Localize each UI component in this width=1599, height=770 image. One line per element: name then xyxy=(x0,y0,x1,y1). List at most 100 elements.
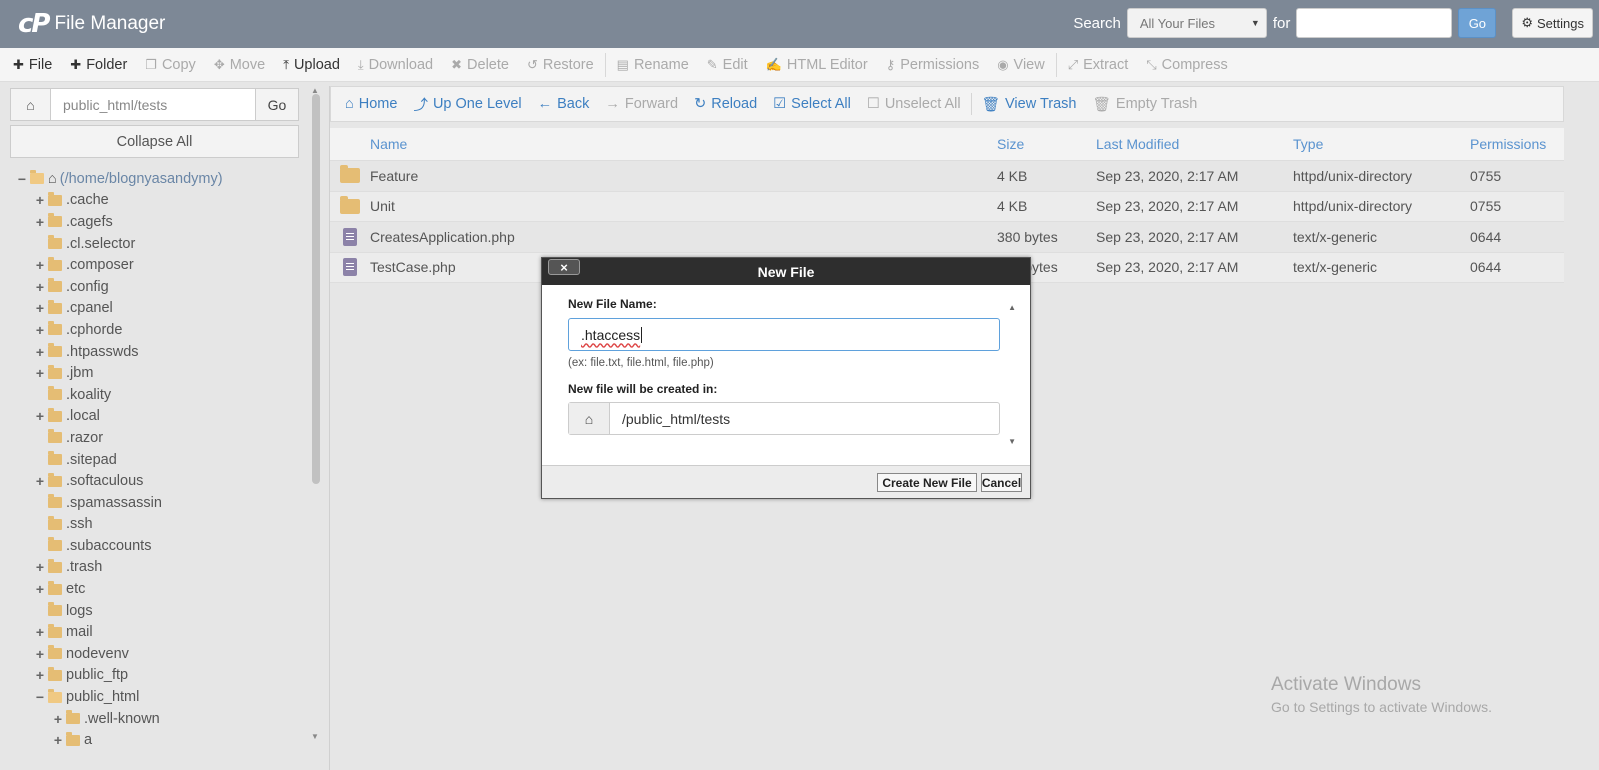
settings-button[interactable]: ⚙ Settings xyxy=(1512,8,1593,38)
tree-item[interactable]: + public_ftp xyxy=(14,665,314,687)
home-icon[interactable]: ⌂ xyxy=(11,89,51,120)
create-new-file-button[interactable]: Create New File xyxy=(877,473,977,492)
collapse-all-button[interactable]: Collapse All xyxy=(10,125,299,158)
expand-icon[interactable]: + xyxy=(34,473,46,489)
expand-icon[interactable]: + xyxy=(52,711,64,727)
tree-item[interactable]: .ssh xyxy=(14,514,314,536)
tree-item[interactable]: + .local xyxy=(14,406,314,428)
restore-button[interactable]: ↺ Restore xyxy=(518,48,603,82)
tree-item[interactable]: + etc xyxy=(14,578,314,600)
compress-button[interactable]: ⤡ Compress xyxy=(1137,48,1236,82)
column-header-modified[interactable]: Last Modified xyxy=(1096,136,1293,152)
expand-icon[interactable]: + xyxy=(34,559,46,575)
sidebar-scrollbar[interactable] xyxy=(312,94,320,484)
expand-icon[interactable]: + xyxy=(34,279,46,295)
column-header-name[interactable]: Name xyxy=(370,136,997,152)
tree-item[interactable]: + .cphorde xyxy=(14,319,314,341)
tree-item[interactable]: logs xyxy=(14,600,314,622)
expand-icon[interactable]: + xyxy=(34,624,46,640)
column-header-size[interactable]: Size xyxy=(997,136,1096,152)
table-row[interactable]: Feature 4 KB Sep 23, 2020, 2:17 AM httpd… xyxy=(330,161,1564,192)
select-all-button[interactable]: ☑ Select All xyxy=(765,96,859,112)
tree-item[interactable]: .razor xyxy=(14,427,314,449)
cpanel-logo[interactable]: cP File Manager xyxy=(18,9,165,39)
tree-item[interactable]: .spamassassin xyxy=(14,492,314,514)
tree-item[interactable]: + .cpanel xyxy=(14,298,314,320)
table-row[interactable]: Unit 4 KB Sep 23, 2020, 2:17 AM httpd/un… xyxy=(330,191,1564,222)
tree-item[interactable]: .cl.selector xyxy=(14,233,314,255)
new-folder-button[interactable]: ✚ Folder xyxy=(61,48,136,82)
new-file-name-input[interactable]: .htaccess xyxy=(568,318,1000,351)
expand-icon[interactable]: + xyxy=(34,322,46,338)
reload-button[interactable]: ↻ Reload xyxy=(686,96,765,112)
tree-item[interactable]: .koality xyxy=(14,384,314,406)
view-button[interactable]: ◉ View xyxy=(988,48,1054,82)
expand-icon[interactable]: + xyxy=(34,646,46,662)
edit-button[interactable]: ✎ Edit xyxy=(698,48,757,82)
home-button[interactable]: ⌂ Home xyxy=(337,96,405,112)
collapse-icon[interactable]: − xyxy=(16,171,28,187)
delete-button[interactable]: ✖ Delete xyxy=(442,48,518,82)
path-go-button[interactable]: Go xyxy=(255,89,298,120)
top-header: cP File Manager Search All Your Files ▼ … xyxy=(0,0,1599,48)
expand-icon[interactable]: + xyxy=(34,408,46,424)
tree-item[interactable]: + .cache xyxy=(14,190,314,212)
close-icon[interactable]: × xyxy=(548,259,580,275)
tree-item[interactable]: + mail xyxy=(14,621,314,643)
tree-item-root[interactable]: − ⌂ (/home/blognyasandymy) xyxy=(14,168,314,190)
empty-trash-button[interactable]: 🗑 Empty Trash xyxy=(1084,96,1205,113)
search-input[interactable] xyxy=(1296,8,1453,38)
path-input[interactable]: public_html/tests xyxy=(51,89,255,120)
table-row[interactable]: CreatesApplication.php 380 bytes Sep 23,… xyxy=(330,222,1564,253)
tree-item[interactable]: .subaccounts xyxy=(14,535,314,557)
tree-item[interactable]: .sitepad xyxy=(14,449,314,471)
restore-label: Restore xyxy=(542,56,594,73)
expand-icon[interactable]: + xyxy=(34,365,46,381)
new-file-button[interactable]: ✚ File xyxy=(4,48,61,82)
tree-item[interactable]: + .trash xyxy=(14,557,314,579)
html-editor-button[interactable]: ✍ HTML Editor xyxy=(757,48,877,82)
settings-label: Settings xyxy=(1537,15,1584,31)
tree-item[interactable]: + a xyxy=(14,729,314,751)
move-button[interactable]: ✥ Move xyxy=(205,48,274,82)
search-go-button[interactable]: Go xyxy=(1458,8,1497,38)
cancel-button[interactable]: Cancel xyxy=(981,473,1022,492)
location-field[interactable]: ⌂ /public_html/tests xyxy=(568,402,1000,435)
tree-item[interactable]: + nodevenv xyxy=(14,643,314,665)
tree-item[interactable]: + .composer xyxy=(14,254,314,276)
tree-item[interactable]: − public_html xyxy=(14,686,314,708)
scroll-up-icon[interactable]: ▲ xyxy=(1008,303,1016,312)
collapse-icon[interactable]: − xyxy=(34,689,46,705)
expand-icon[interactable]: + xyxy=(34,300,46,316)
unselect-all-button[interactable]: ☐ Unselect All xyxy=(859,96,969,112)
tree-item[interactable]: + .config xyxy=(14,276,314,298)
expand-icon[interactable]: + xyxy=(34,192,46,208)
tree-item[interactable]: + .well-known xyxy=(14,708,314,730)
rename-button[interactable]: ▤ Rename xyxy=(608,48,698,82)
tree-item[interactable]: + .htpasswds xyxy=(14,341,314,363)
expand-icon[interactable]: + xyxy=(34,214,46,230)
back-button[interactable]: ← Back xyxy=(530,96,598,112)
expand-icon[interactable]: + xyxy=(34,581,46,597)
search-scope-select[interactable]: All Your Files ▼ xyxy=(1126,8,1267,38)
tree-item[interactable]: + .softaculous xyxy=(14,470,314,492)
column-header-type[interactable]: Type xyxy=(1293,136,1470,152)
extract-button[interactable]: ⤢ Extract xyxy=(1059,48,1138,82)
scroll-down-icon[interactable]: ▼ xyxy=(1008,437,1016,446)
tree-item[interactable]: + .jbm xyxy=(14,362,314,384)
tree-item[interactable]: + .cagefs xyxy=(14,211,314,233)
up-one-level-button[interactable]: ⤴ Up One Level xyxy=(405,94,529,115)
column-header-permissions[interactable]: Permissions xyxy=(1470,136,1564,152)
upload-button[interactable]: ⤒ Upload xyxy=(274,48,349,82)
download-button[interactable]: ⤓ Download xyxy=(349,48,442,82)
copy-button[interactable]: ❐ Copy xyxy=(136,48,205,82)
view-trash-button[interactable]: 🗑 View Trash xyxy=(974,96,1085,113)
expand-icon[interactable]: + xyxy=(34,667,46,683)
expand-icon[interactable]: + xyxy=(34,344,46,360)
home-label: Home xyxy=(358,96,398,112)
expand-icon[interactable]: + xyxy=(34,257,46,273)
forward-button[interactable]: → Forward xyxy=(597,96,686,112)
scroll-down-icon[interactable]: ▼ xyxy=(311,732,319,741)
expand-icon[interactable]: + xyxy=(52,732,64,748)
permissions-button[interactable]: ⚷ Permissions xyxy=(877,48,989,82)
